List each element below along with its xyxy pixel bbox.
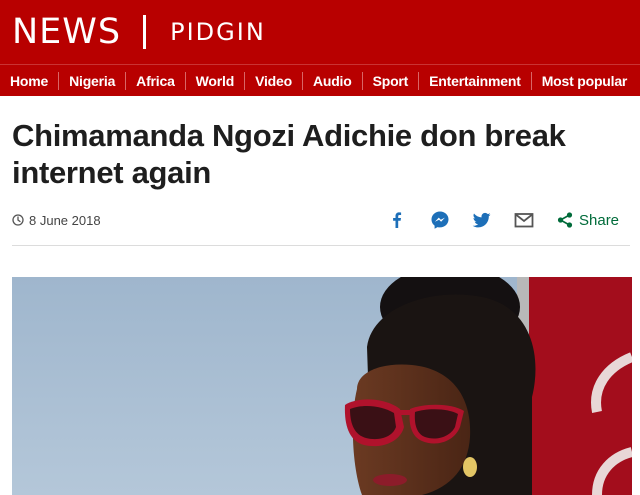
brand-news-wordmark: NEWS [12,12,122,52]
nav-item-entertainment[interactable]: Entertainment [418,71,531,90]
twitter-icon[interactable] [471,209,493,231]
nav-item-audio[interactable]: Audio [301,71,362,90]
nav-item-nigeria[interactable]: Nigeria [58,71,125,90]
email-icon[interactable] [513,209,535,231]
nav-item-video[interactable]: Video [244,71,302,90]
share-icon [557,212,573,228]
article-hero-image [12,277,632,495]
header-divider [12,245,630,246]
share-label: Share [579,211,620,229]
nav-item-africa[interactable]: Africa [125,71,184,90]
article-headline: Chimamanda Ngozi Adichie don break inter… [12,118,566,190]
brand-service-name: PIDGIN [170,18,266,46]
portrait-photo [12,277,632,495]
facebook-icon[interactable] [386,209,408,231]
brand-divider [143,15,147,49]
messenger-icon[interactable] [429,209,451,231]
nav-item-sport[interactable]: Sport [361,71,419,90]
article-dateline: 8 June 2018 [12,212,101,228]
nav-item-home[interactable]: Home [0,72,58,90]
article-date: 8 June 2018 [29,212,101,228]
clock-icon [12,214,24,226]
masthead: NEWS PIDGIN [0,0,640,64]
main-navigation: Home Nigeria Africa World Video Audio Sp… [0,64,640,96]
bbc-news-pidgin-logo[interactable]: NEWS PIDGIN [12,12,266,52]
share-button[interactable]: Share [556,209,619,231]
nav-item-most-popular[interactable]: Most popular [530,71,637,90]
nav-item-world[interactable]: World [184,71,244,90]
